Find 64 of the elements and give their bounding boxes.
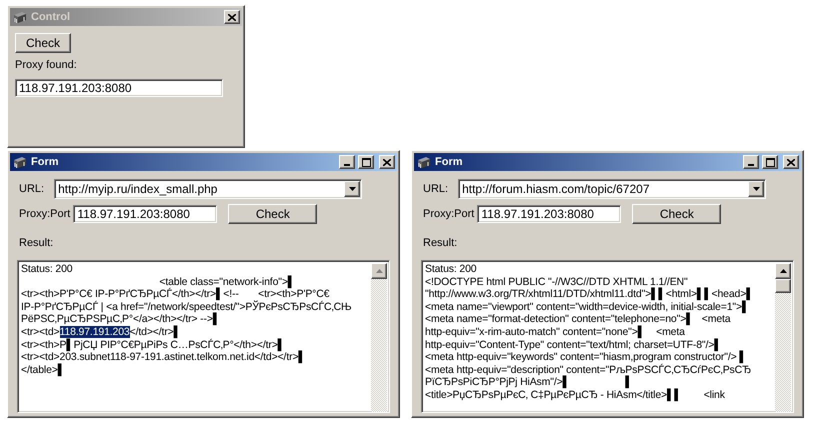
result-text-line: <title>РџСЂРѕРµРєС‚ С‡РµРєРµСЂ - HiAsm</title>▌▌ <link: [425, 388, 726, 402]
scroll-up-icon: [780, 269, 786, 273]
result-text-line: Status: 200: [21, 263, 74, 276]
maximize-icon: [766, 158, 774, 166]
proxy-found-field[interactable]: 118.97.191.203:8080: [15, 79, 223, 97]
result-text-area[interactable]: [421, 260, 794, 413]
scrollbar[interactable]: [775, 263, 791, 412]
scrollbar[interactable]: [371, 263, 387, 412]
close-icon: [787, 158, 795, 166]
url-label: URL:: [19, 183, 44, 195]
proxy-found-label: Proxy found:: [15, 59, 78, 71]
result-text-line: "http://www.w3.org/TR/xhtml11/DTD/xhtml11.dtd">▌▌<html>▌▌<head>▌: [425, 288, 755, 300]
maximize-icon: [362, 158, 370, 166]
maximize-button[interactable]: [358, 155, 374, 169]
result-text-line: РїСЂРѕРіСЂР°РјРј HiAsm"/>▌ ▌: [425, 376, 634, 388]
check-button[interactable]: Check: [632, 204, 722, 224]
app-icon: [12, 10, 28, 24]
minimize-button[interactable]: [743, 155, 759, 169]
close-button[interactable]: [783, 155, 799, 169]
close-icon: [228, 14, 236, 20]
result-text-line: IP-Р°РґСЂРµСЃ | <a href="/network/speedtest/">РЎРєРѕСЂРѕСЃС‚СЊ: [21, 300, 353, 313]
result-text-line: <meta name="format-detection" content="telephone=no">▌ <meta: [425, 313, 731, 326]
url-dropdown[interactable]: http://forum.hiasm.com/topic/67207: [458, 179, 766, 199]
minimize-button[interactable]: [339, 155, 355, 169]
result-text-line: РёРЅС‚РµСЂРЅРµС‚Р°</a></th></tr> -->▌: [21, 313, 222, 326]
url-dropdown[interactable]: http://myip.ru/index_small.php: [54, 179, 362, 199]
maximize-button[interactable]: [762, 155, 778, 169]
result-text-line: <tr><th>Р'Р°С€ IP-Р°РґСЂРµСЃ</th></tr>▌<!-- <tr><th>Р'Р°С€: [21, 288, 330, 300]
result-text-line: <meta name="viewport" content="width=device-width, initial-scale=1">▌: [425, 300, 750, 314]
check-button[interactable]: Check: [228, 204, 318, 224]
check-button[interactable]: Check: [15, 33, 71, 53]
result-text-line: <tr><th>Р▌РјСЏ РІР°С€РµРіРѕ С…РѕСЃС‚Р°</th></tr>▌: [21, 338, 285, 352]
result-label: Result:: [422, 236, 458, 251]
app-icon: [12, 155, 28, 169]
scroll-thumb[interactable]: [775, 279, 791, 293]
result-text-line: <tr><td>203.subnet118-97-191.astinet.telkom.net.id</td></tr>▌: [21, 351, 307, 364]
result-text-line: http-equiv="x-rim-auto-match" content="none">▌ <meta: [425, 326, 686, 338]
app-icon: [416, 155, 432, 169]
scroll-up-icon: [376, 269, 382, 273]
dropdown-arrow-icon: [348, 187, 356, 191]
scroll-up-button[interactable]: [371, 263, 387, 279]
result-text-line: http-equiv="Content-Type" content="text/html; charset=UTF-8"/>▌: [425, 338, 723, 352]
proxy-port-label: Proxy:Port: [19, 208, 70, 220]
result-text-line: <!DOCTYPE html PUBLIC "-//W3C//DTD XHTML 1.1//EN": [425, 276, 688, 288]
proxy-port-label: Proxy:Port: [423, 208, 474, 220]
result-text-line: <tr><td>118.97.191.203</td></tr>▌: [21, 326, 182, 338]
close-button[interactable]: [224, 10, 240, 24]
scroll-up-button[interactable]: [775, 263, 791, 279]
close-button[interactable]: [379, 155, 395, 169]
result-text-line: <meta http-equiv="description" content="РљРѕРЅСЃС‚СЂСѓРєС‚РѕСЂ: [425, 364, 752, 376]
result-text-line: </table>▌: [21, 364, 66, 376]
result-text-line: Status: 200: [425, 263, 478, 276]
proxy-port-field[interactable]: 118.97.191.203:8080: [73, 205, 218, 223]
result-label: Result:: [18, 236, 54, 251]
url-label: URL:: [423, 183, 448, 195]
result-text-line: <meta http-equiv="keywords" content="hiasm,program constructor"/> ▌: [425, 351, 748, 364]
result-text-line: <table class="network-info">▌: [159, 276, 296, 288]
dropdown-arrow-icon: [752, 187, 760, 191]
window-title: Control: [31, 11, 72, 23]
window-title: Form: [435, 156, 464, 168]
close-icon: [383, 158, 391, 166]
window-title: Form: [31, 156, 60, 168]
proxy-port-field[interactable]: 118.97.191.203:8080: [477, 205, 622, 223]
result-text-area[interactable]: [17, 260, 390, 413]
